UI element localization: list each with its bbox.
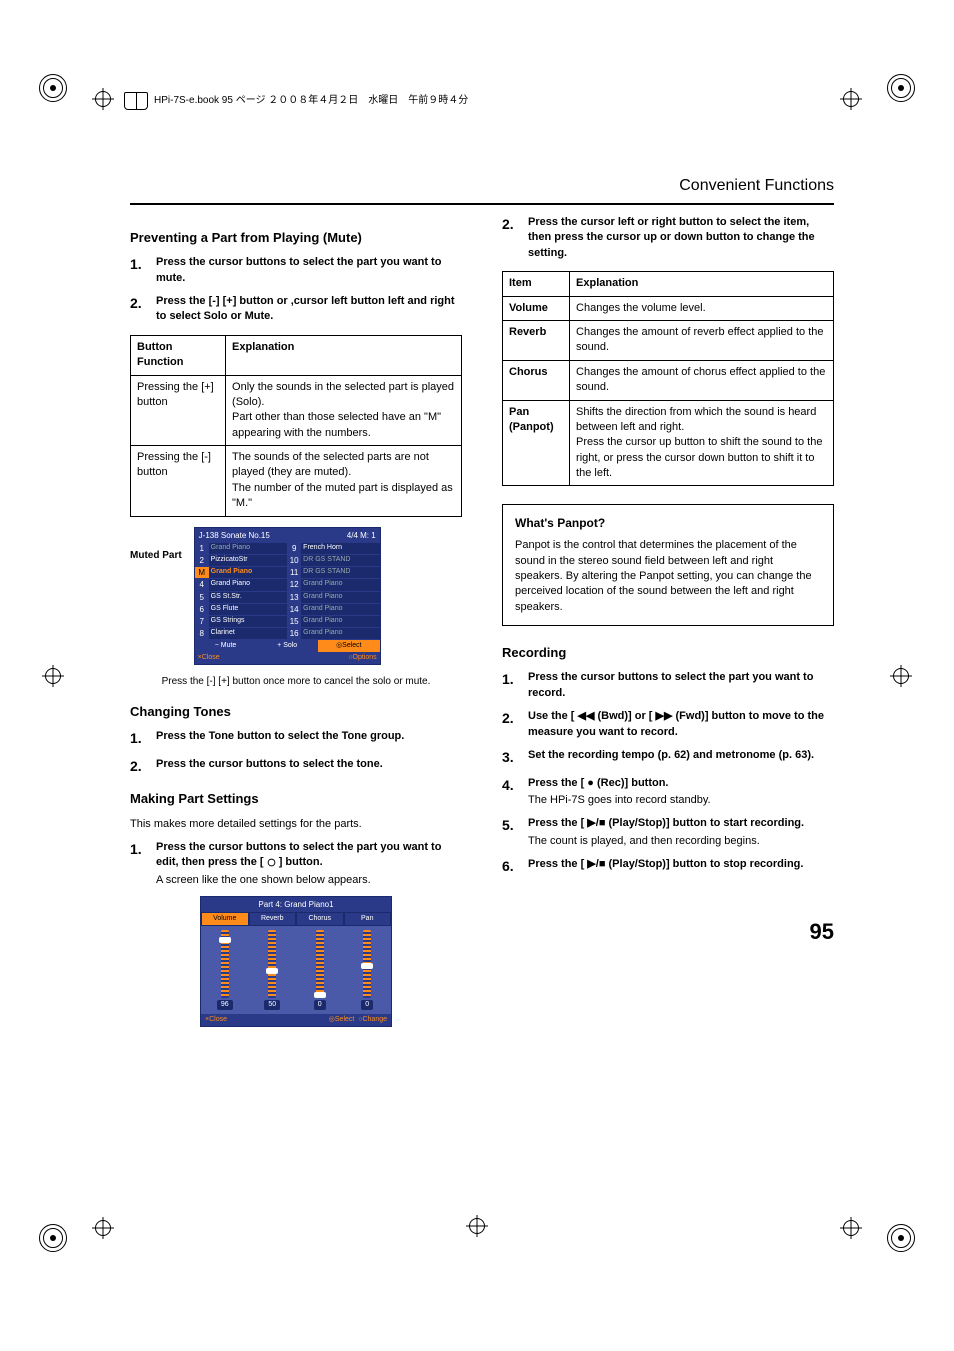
step-number: 2. — [130, 294, 148, 325]
crosshair-icon — [890, 665, 912, 687]
registration-mark-icon — [40, 75, 66, 101]
registration-mark-icon — [40, 1225, 66, 1251]
crosshair-icon — [840, 1217, 862, 1239]
crosshair-icon — [92, 1217, 114, 1239]
muted-part-label: Muted Part — [130, 549, 182, 563]
parts-screen: J-138 Sonate No.154/4 M: 1 1Grand Piano2… — [194, 527, 381, 665]
divider — [130, 203, 834, 205]
recording-heading: Recording — [502, 644, 834, 662]
registration-mark-icon — [888, 75, 914, 101]
panpot-heading: What's Panpot? — [515, 515, 821, 532]
part-settings-intro: This makes more detailed settings for th… — [130, 817, 462, 832]
step-text: Press the [-] [+] button or ,cursor left… — [156, 294, 462, 325]
crosshair-icon — [92, 88, 114, 110]
crosshair-icon — [466, 1215, 488, 1237]
crosshair-icon — [42, 665, 64, 687]
print-header: HPi-7S-e.book 95 ページ ２００８年４月２日 水曜日 午前９時４… — [124, 92, 829, 110]
settings-table: ItemExplanation VolumeChanges the volume… — [502, 271, 834, 486]
step-text: Press the cursor buttons to select the p… — [156, 255, 462, 286]
mute-table: Button FunctionExplanation Pressing the … — [130, 335, 462, 517]
panpot-infobox: What's Panpot? Panpot is the control tha… — [502, 504, 834, 626]
step-number: 1. — [130, 255, 148, 286]
part-settings-screen: Part 4: Grand Piano1 Volume Reverb Choru… — [200, 896, 392, 1027]
circle-icon — [267, 858, 276, 867]
step-text: Press the cursor left or right button to… — [528, 215, 834, 261]
tones-heading: Changing Tones — [130, 703, 462, 721]
book-icon — [124, 92, 148, 110]
panpot-body: Panpot is the control that determines th… — [515, 538, 821, 615]
mute-caption: Press the [-] [+] button once more to ca… — [130, 675, 462, 689]
crosshair-icon — [840, 88, 862, 110]
header-text: HPi-7S-e.book 95 ページ ２００８年４月２日 水曜日 午前９時４… — [154, 94, 468, 108]
mute-heading: Preventing a Part from Playing (Mute) — [130, 229, 462, 247]
section-title: Convenient Functions — [130, 175, 834, 197]
part-settings-heading: Making Part Settings — [130, 790, 462, 808]
registration-mark-icon — [888, 1225, 914, 1251]
page-number: 95 — [502, 917, 834, 948]
